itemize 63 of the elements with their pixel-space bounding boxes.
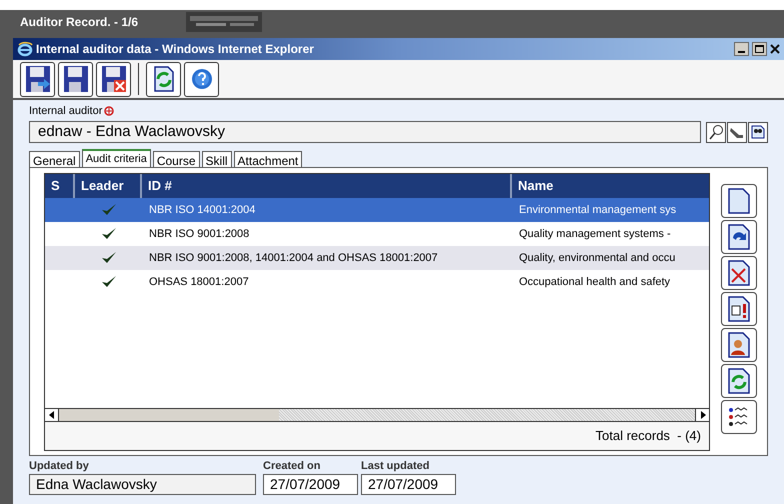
save-button[interactable]: [96, 62, 131, 96]
side-toolbar-button[interactable]: [720, 292, 756, 326]
tab[interactable]: Skill: [202, 151, 232, 167]
left-arrow-icon[interactable]: [48, 411, 54, 419]
side-toolbar-button[interactable]: [720, 256, 756, 290]
field-label: Last updated: [361, 459, 430, 474]
updated-by-field[interactable]: Edna Waclawovsky: [29, 474, 256, 495]
table-cell-text: NBR ISO 14001:2004: [148, 202, 256, 218]
maximize-button[interactable]: [752, 42, 767, 56]
browser-logo-icon: [17, 41, 33, 57]
table-cell-text: Environmental management sys: [518, 202, 678, 218]
table-row[interactable]: NBR ISO 14001:2004 Environmental management sys: [45, 198, 709, 222]
table-cell-text: Quality management systems -: [518, 226, 672, 242]
help-icon: [190, 68, 212, 90]
tab[interactable]: Course: [152, 151, 200, 167]
check-icon: [100, 227, 116, 241]
table-cell-text: NBR ISO 9001:2008, 14001:2004 and OHSAS 18001:2007: [148, 250, 439, 266]
page-person-icon: [726, 332, 750, 358]
table-cell-text: NBR ISO 9001:2008: [148, 226, 250, 242]
page-arrow-icon: [726, 224, 750, 250]
eraser-button[interactable]: [727, 122, 747, 142]
last-updated-field[interactable]: 27/07/2009: [361, 474, 456, 495]
close-icon[interactable]: [770, 43, 780, 55]
tab[interactable]: General: [29, 151, 80, 167]
binoculars-button[interactable]: [748, 122, 768, 142]
side-toolbar-button[interactable]: [720, 220, 756, 254]
side-toolbar-button[interactable]: [720, 400, 756, 434]
app-title: Auditor Record. - 1/6: [20, 14, 140, 31]
side-toolbar-button[interactable]: [720, 328, 756, 362]
refresh-button[interactable]: [146, 62, 181, 96]
field-label: Updated by: [29, 459, 90, 474]
table-row[interactable]: NBR ISO 9001:2008, 14001:2004 and OHSAS 18001:2007 Quality, environmental and occu: [45, 246, 709, 270]
side-toolbar-button[interactable]: [720, 364, 756, 398]
save-button[interactable]: [58, 62, 93, 96]
total-records: Total records - (4): [596, 427, 701, 446]
required-icon: [104, 106, 114, 116]
minimize-button[interactable]: [734, 42, 749, 56]
search-icon: [708, 124, 724, 140]
created-on-field[interactable]: 27/07/2009: [263, 474, 358, 495]
page-x-icon: [726, 260, 750, 286]
window-title: Internal auditor data - Windows Internet Explorer: [36, 41, 315, 58]
table-cell-text: Occupational health and safety: [518, 274, 672, 290]
side-toolbar-button[interactable]: [720, 184, 756, 218]
tab[interactable]: Audit criteria: [82, 149, 151, 167]
help-button[interactable]: [184, 62, 219, 96]
check-icon: [100, 251, 116, 265]
check-icon: [100, 275, 116, 289]
field-label: Created on: [263, 459, 322, 474]
right-arrow-icon[interactable]: [700, 411, 706, 419]
column-header[interactable]: Name: [512, 174, 709, 198]
horizontal-scrollbar[interactable]: [45, 408, 709, 422]
table-cell-text: Quality, environmental and occu: [518, 250, 676, 266]
table-cell-text: OHSAS 18001:2007: [148, 274, 250, 290]
save-button[interactable]: [20, 62, 55, 96]
page-exclamation-icon: [726, 296, 750, 322]
check-icon: [100, 203, 116, 217]
search-button[interactable]: [706, 122, 726, 142]
field-label: Internal auditor: [29, 104, 102, 119]
blank-page-icon: [726, 188, 750, 214]
page-refresh-icon: [726, 368, 750, 394]
refresh-icon: [152, 66, 174, 92]
tab[interactable]: Attachment: [234, 151, 302, 167]
auditor-field[interactable]: ednaw - Edna Waclawovsky: [29, 121, 701, 143]
